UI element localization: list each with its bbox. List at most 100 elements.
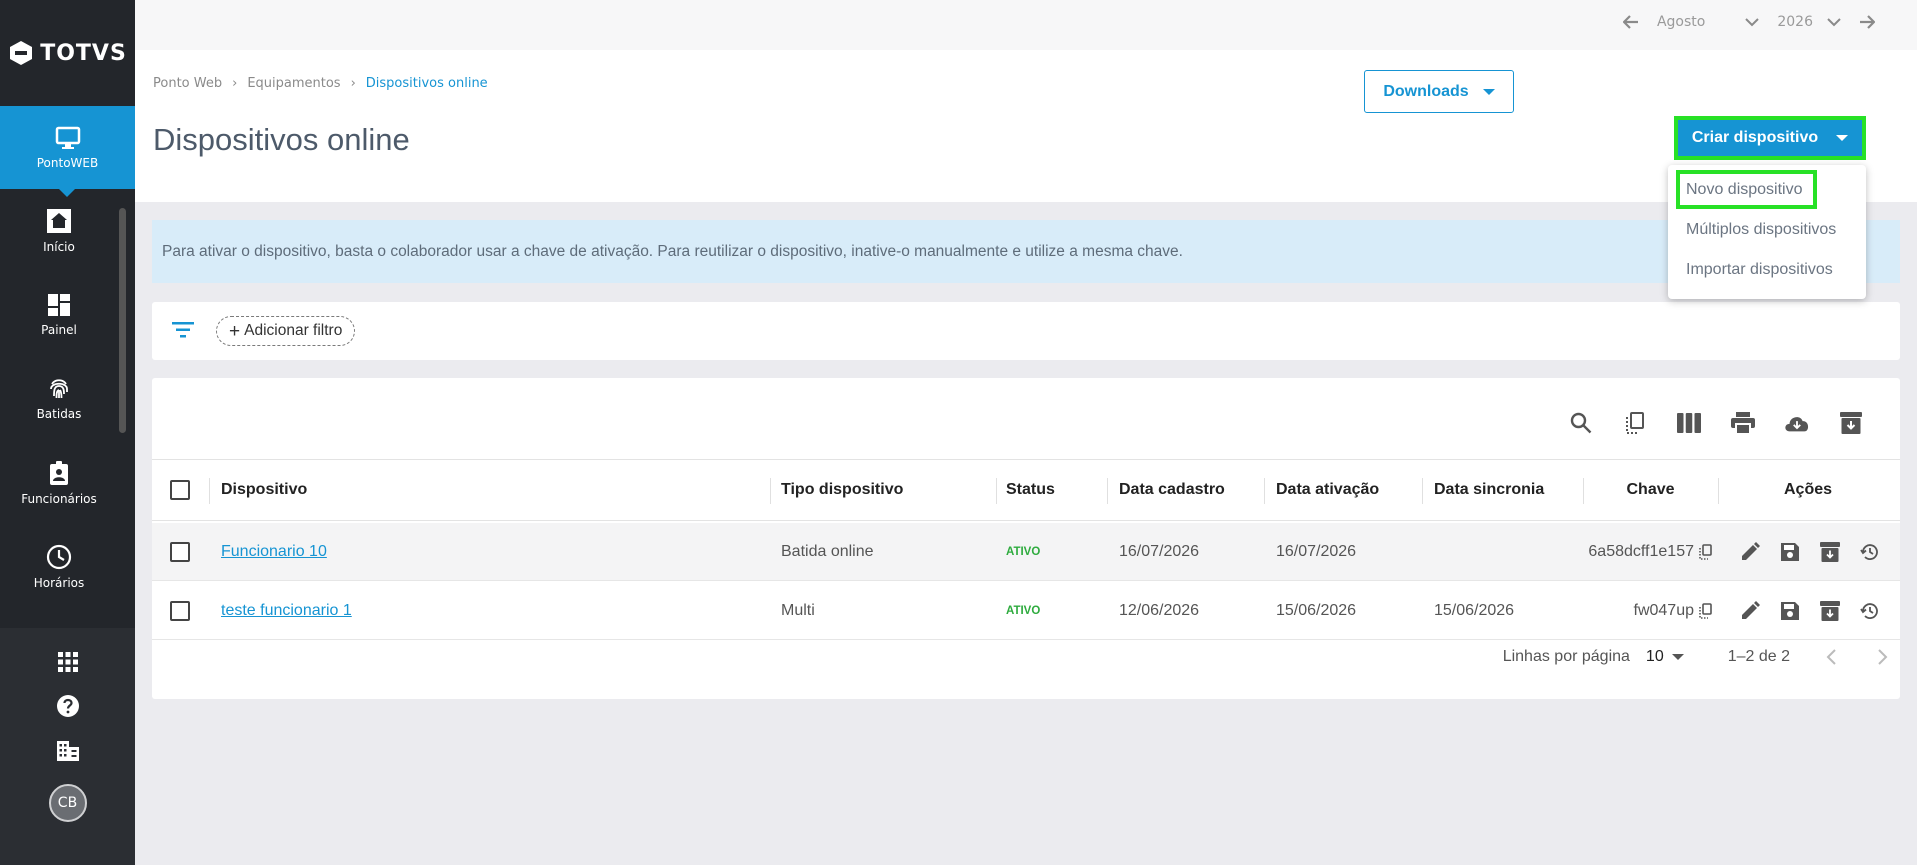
chevron-down-icon: [1827, 17, 1841, 26]
arrow-right-icon[interactable]: [1859, 15, 1875, 29]
sidebar-item-label: Início: [43, 240, 75, 254]
rows-per-page-label: Linhas por página: [1502, 648, 1630, 665]
columns-button[interactable]: [1676, 410, 1702, 436]
sidebar-item-pontoweb[interactable]: PontoWEB: [0, 106, 135, 197]
registered-date-cell: 12/06/2026: [1119, 602, 1200, 619]
search-button[interactable]: [1568, 410, 1594, 436]
copy-key-icon[interactable]: [1698, 603, 1712, 619]
column-header-data-cadastro[interactable]: Data cadastro: [1119, 460, 1225, 520]
downloads-button-label: Downloads: [1383, 82, 1469, 100]
table-toolbar: [1568, 410, 1864, 436]
cloud-download-icon: [1785, 417, 1809, 432]
key-cell: 6a58dcff1e157: [1583, 523, 1718, 581]
column-header-dispositivo[interactable]: Dispositivo: [221, 460, 307, 520]
sidebar: TOTVS PontoWEB Início Painel Batidas Fun…: [0, 0, 135, 865]
sidebar-item-painel[interactable]: Painel: [0, 273, 118, 357]
archive-row-button[interactable]: [1818, 599, 1842, 623]
add-filter-button[interactable]: + Adicionar filtro: [216, 316, 356, 346]
menu-item-new-device[interactable]: Novo dispositivo: [1676, 170, 1817, 209]
pencil-icon: [1742, 601, 1760, 619]
row-checkbox[interactable]: [170, 542, 190, 562]
brand-name: TOTVS: [40, 40, 127, 66]
row-checkbox[interactable]: [170, 601, 190, 621]
archive-icon: [1840, 412, 1862, 434]
device-name-cell: Funcionario 10: [221, 523, 327, 581]
history-button[interactable]: [1858, 540, 1882, 564]
status-cell: ATIVO: [1006, 523, 1040, 581]
breadcrumb-separator: ›: [232, 76, 238, 91]
row-checkbox-cell: [170, 523, 190, 581]
menu-item-import-devices[interactable]: Importar dispositivos: [1686, 261, 1833, 279]
dashboard-icon: [48, 294, 70, 316]
sidebar-item-label: Horários: [33, 576, 85, 590]
downloads-button[interactable]: Downloads: [1364, 70, 1514, 113]
device-type-cell: Multi: [781, 602, 815, 619]
row-checkbox-cell: [170, 582, 190, 640]
apps-icon[interactable]: [57, 652, 78, 672]
caret-down-icon: [1671, 654, 1684, 660]
create-device-menu: Novo dispositivo Múltiplos dispositivos …: [1668, 165, 1866, 299]
print-button[interactable]: [1730, 410, 1756, 436]
rows-per-page-value: 10: [1645, 648, 1664, 665]
building-icon[interactable]: [56, 740, 80, 762]
actions-cell: [1738, 582, 1882, 640]
month-select[interactable]: Agosto: [1657, 14, 1760, 30]
select-all-checkbox[interactable]: [170, 480, 190, 500]
device-name-link[interactable]: teste funcionario 1: [221, 602, 352, 620]
breadcrumb-item[interactable]: Equipamentos: [247, 76, 340, 91]
status-badge: ATIVO: [1006, 546, 1041, 558]
chevron-left-icon[interactable]: [1826, 649, 1838, 665]
rows-per-page-select[interactable]: 10: [1646, 648, 1684, 666]
totvs-logo-icon: [10, 41, 33, 65]
chevron-down-icon: [1745, 17, 1760, 26]
pencil-icon: [1742, 542, 1760, 560]
device-key: fw047up: [1633, 602, 1695, 619]
activated-date-cell: 15/06/2026: [1276, 602, 1357, 619]
clock-icon: [46, 544, 72, 570]
sidebar-item-label: PontoWEB: [36, 155, 99, 170]
edit-button[interactable]: [1738, 540, 1762, 564]
year-select[interactable]: 2026: [1777, 14, 1841, 30]
arrow-left-icon[interactable]: [1622, 15, 1639, 29]
breadcrumb: Ponto Web › Equipamentos › Dispositivos …: [153, 76, 488, 91]
download-button[interactable]: [1784, 410, 1810, 436]
synced-date-cell: 15/06/2026: [1434, 602, 1515, 619]
top-bar: Agosto 2026: [135, 0, 1917, 50]
sidebar-item-horarios[interactable]: Horários: [0, 525, 118, 609]
device-name-link[interactable]: Funcionario 10: [221, 543, 327, 561]
filter-icon[interactable]: [172, 322, 194, 338]
print-icon: [1731, 412, 1755, 434]
sidebar-item-funcionarios[interactable]: Funcionários: [0, 441, 118, 525]
registered-date-cell: 16/07/2026: [1119, 543, 1200, 560]
column-divider: [1422, 478, 1423, 504]
archive-row-button[interactable]: [1818, 540, 1842, 564]
totvs-logo[interactable]: TOTVS: [0, 0, 135, 106]
column-header-chave[interactable]: Chave: [1583, 460, 1718, 520]
help-icon[interactable]: [56, 694, 80, 718]
copy-button[interactable]: [1622, 410, 1648, 436]
sidebar-item-inicio[interactable]: Início: [0, 189, 118, 273]
column-header-data-ativacao[interactable]: Data ativação: [1276, 460, 1379, 520]
avatar[interactable]: CB: [48, 784, 87, 822]
create-device-button[interactable]: Criar dispositivo: [1674, 116, 1866, 160]
copy-key-icon[interactable]: [1698, 544, 1712, 560]
chevron-right-icon[interactable]: [1876, 649, 1888, 665]
save-button[interactable]: [1778, 599, 1802, 623]
column-divider: [996, 478, 997, 504]
create-device-button-label: Criar dispositivo: [1691, 129, 1819, 146]
year-value: 2026: [1777, 14, 1813, 30]
breadcrumb-item[interactable]: Ponto Web: [153, 76, 222, 91]
sidebar-item-batidas[interactable]: Batidas: [0, 357, 118, 441]
column-header-tipo[interactable]: Tipo dispositivo: [781, 460, 903, 520]
pagination: Linhas por página 10 1–2 de 2: [1503, 648, 1888, 666]
edit-button[interactable]: [1738, 599, 1762, 623]
archive-button[interactable]: [1838, 410, 1864, 436]
sidebar-scrollbar[interactable]: [119, 208, 126, 433]
menu-item-multiple-devices[interactable]: Múltiplos dispositivos: [1686, 221, 1836, 239]
plus-icon: +: [229, 320, 241, 342]
history-button[interactable]: [1858, 599, 1882, 623]
column-header-status[interactable]: Status: [1006, 460, 1055, 520]
column-header-data-sincronia[interactable]: Data sincronia: [1434, 460, 1544, 520]
save-button[interactable]: [1778, 540, 1802, 564]
caret-down-icon: [1836, 135, 1849, 141]
